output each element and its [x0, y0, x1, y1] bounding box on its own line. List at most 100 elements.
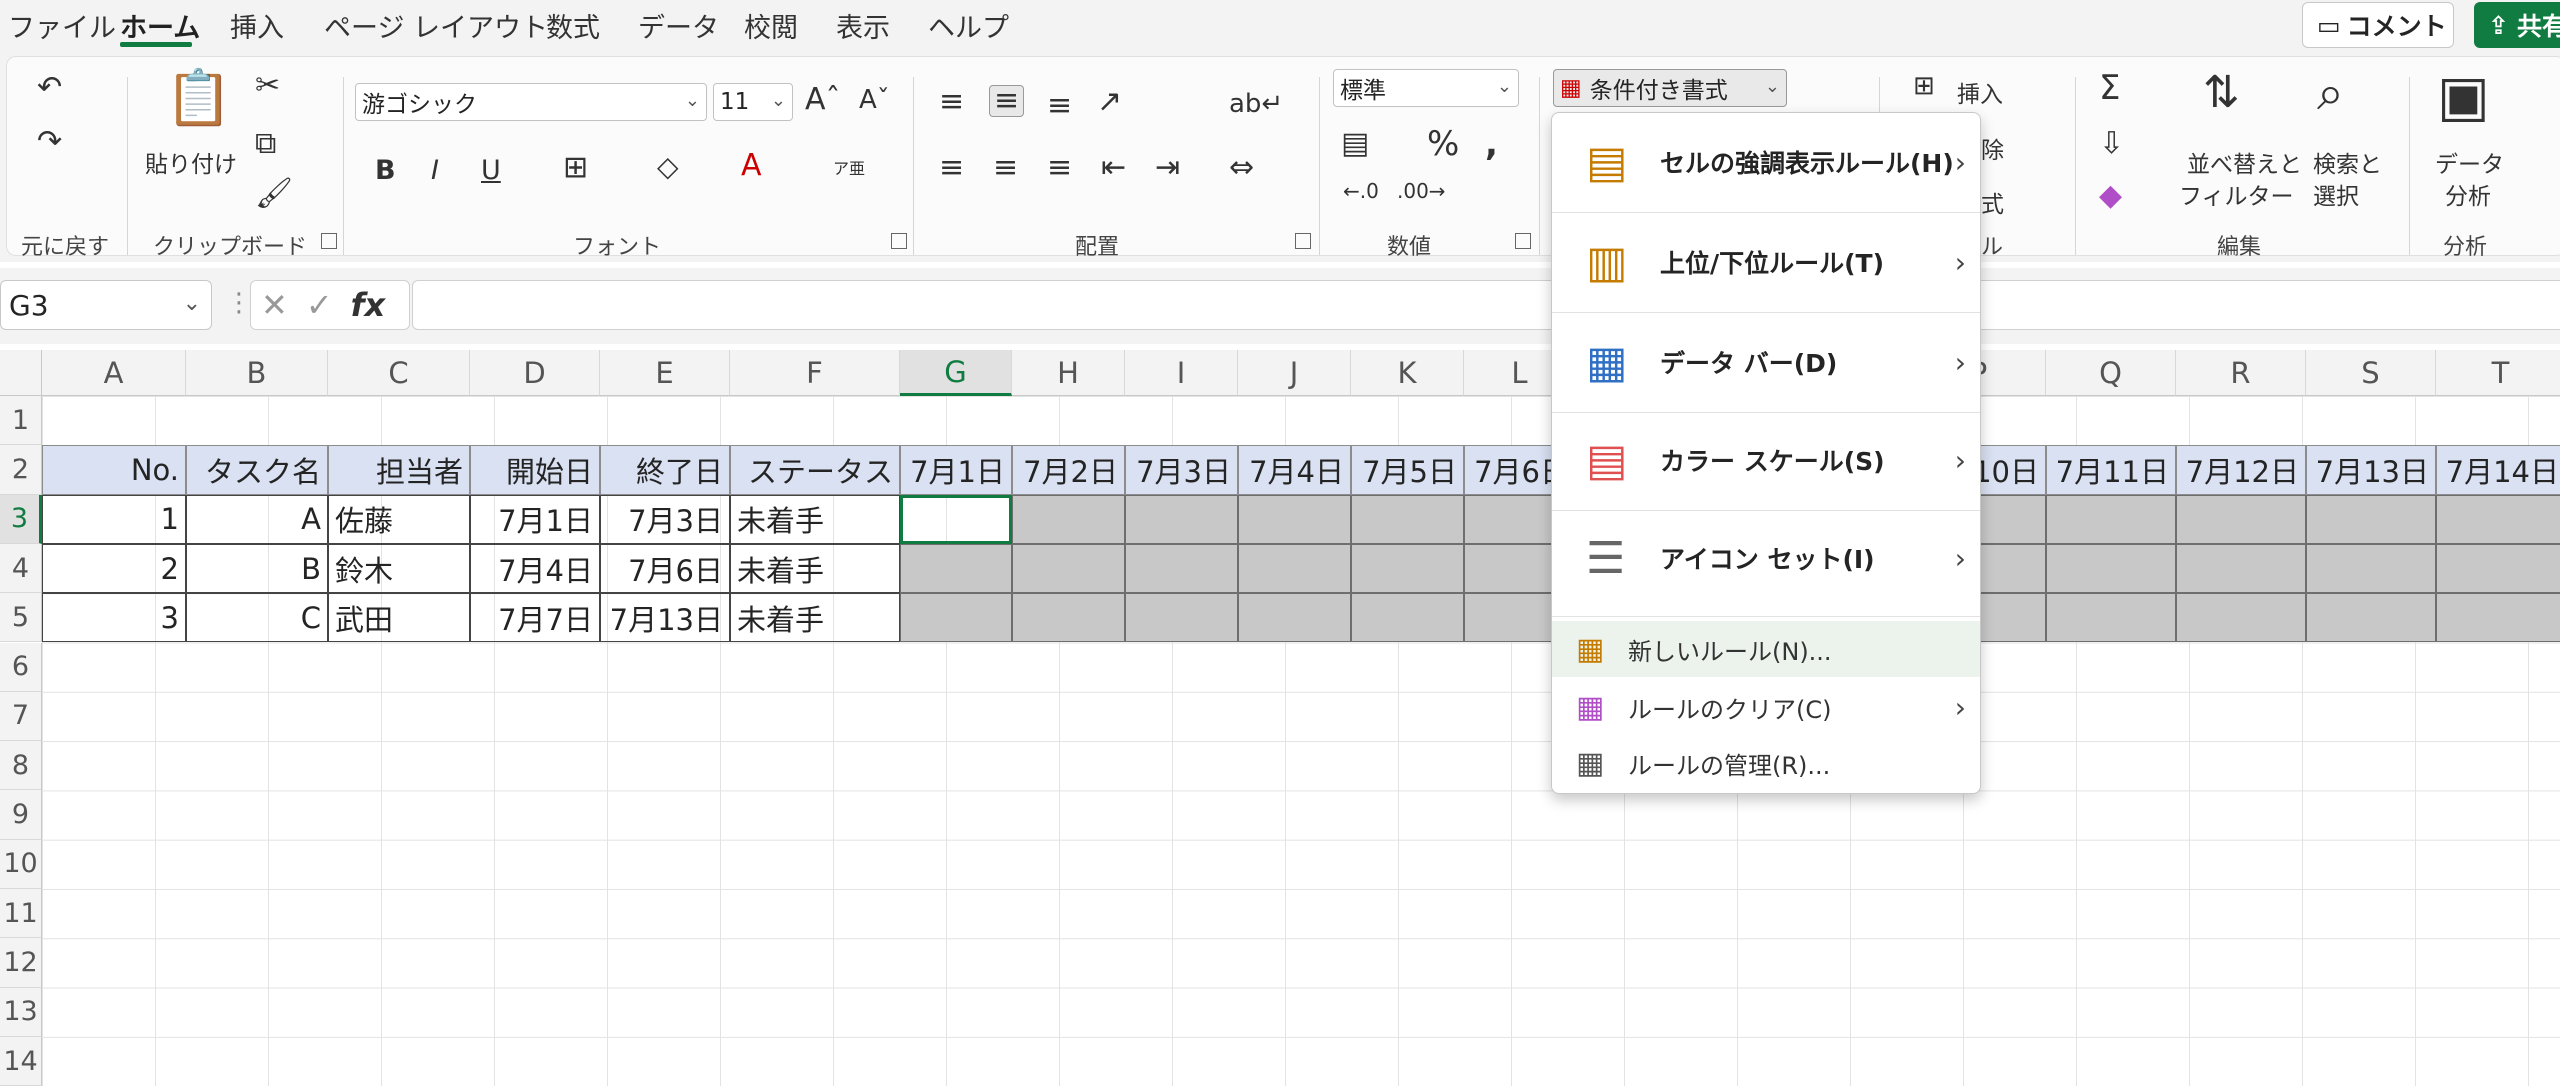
tab-data[interactable]: データ	[638, 6, 719, 45]
table-cell[interactable]: 未着手	[730, 494, 900, 544]
table-header-cell[interactable]: 7月5日	[1351, 445, 1464, 495]
row-header-9[interactable]: 9	[0, 790, 42, 840]
gantt-cell[interactable]	[1125, 593, 1238, 643]
gantt-cell[interactable]	[2436, 494, 2560, 544]
table-cell[interactable]: A	[186, 494, 328, 544]
merge-center-icon[interactable]: ⇔	[1229, 153, 1254, 183]
gantt-cell[interactable]	[2436, 593, 2560, 643]
gantt-cell[interactable]	[1351, 543, 1464, 594]
cancel-icon[interactable]: ✕	[261, 286, 288, 324]
table-header-cell[interactable]: 7月14日	[2436, 445, 2560, 495]
percent-icon[interactable]: %	[1427, 127, 1459, 161]
gantt-cell[interactable]	[2306, 494, 2436, 544]
column-header-c[interactable]: C	[328, 350, 470, 396]
increase-decimal-icon[interactable]: ←.0	[1343, 181, 1379, 201]
orientation-icon[interactable]: ↗	[1097, 87, 1122, 117]
table-header-cell[interactable]: No.	[42, 445, 186, 495]
table-cell[interactable]: 鈴木	[328, 543, 470, 594]
table-cell[interactable]: 1	[42, 494, 186, 544]
row-header-2[interactable]: 2	[0, 445, 42, 495]
share-button[interactable]: ⇪ 共有	[2474, 2, 2560, 48]
conditional-format-button[interactable]: ▦ 条件付き書式 ⌄	[1553, 69, 1787, 107]
table-cell[interactable]: 7月1日	[470, 494, 600, 544]
column-header-e[interactable]: E	[600, 350, 730, 396]
fill-icon[interactable]: ⇩	[2099, 129, 2124, 159]
tab-file[interactable]: ファイル	[8, 6, 116, 45]
insert-cells-label[interactable]: 挿入	[1957, 75, 2003, 109]
menu-item-icon-sets[interactable]: ☰ アイコン セット(I) ›	[1552, 509, 1980, 607]
search-icon[interactable]: ⌕	[2317, 69, 2344, 117]
gantt-cell[interactable]	[2176, 494, 2306, 544]
tab-home[interactable]: ホーム	[120, 6, 200, 45]
row-header-3[interactable]: 3	[0, 494, 42, 544]
number-format-combo[interactable]: 標準 ⌄	[1333, 69, 1519, 107]
border-icon[interactable]: ⊞	[563, 153, 588, 183]
undo-icon[interactable]: ↶	[37, 73, 62, 103]
enter-icon[interactable]: ✓	[306, 286, 333, 324]
paste-icon[interactable]: 📋	[165, 71, 232, 125]
tab-view[interactable]: 表示	[836, 6, 890, 45]
column-header-h[interactable]: H	[1012, 350, 1125, 396]
row-header-12[interactable]: 12	[0, 938, 42, 988]
row-header-8[interactable]: 8	[0, 741, 42, 791]
table-header-cell[interactable]: 7月13日	[2306, 445, 2436, 495]
table-cell[interactable]: 7月6日	[600, 543, 730, 594]
format-cells-label[interactable]: 式	[1981, 185, 2004, 219]
gantt-cell[interactable]	[2176, 543, 2306, 594]
table-header-cell[interactable]: 7月4日	[1238, 445, 1351, 495]
table-header-cell[interactable]: 担当者	[328, 445, 470, 495]
tab-help[interactable]: ヘルプ	[928, 6, 1009, 45]
autosum-icon[interactable]: Σ	[2099, 71, 2120, 105]
column-header-q[interactable]: Q	[2046, 350, 2176, 396]
column-header-i[interactable]: I	[1125, 350, 1238, 396]
column-header-a[interactable]: A	[42, 350, 186, 396]
sort-filter-icon[interactable]: ⇅	[2203, 71, 2240, 115]
font-color-icon[interactable]: A	[741, 151, 762, 181]
sort-filter-label-2[interactable]: フィルター	[2179, 177, 2294, 211]
table-cell[interactable]: 7月7日	[470, 593, 600, 643]
tab-insert[interactable]: 挿入	[230, 6, 284, 45]
table-header-cell[interactable]: 7月12日	[2176, 445, 2306, 495]
align-center-icon[interactable]: ≡	[993, 153, 1018, 183]
menu-item-color-scales[interactable]: ▤ カラー スケール(S) ›	[1552, 411, 1980, 509]
data-analysis-label-1[interactable]: データ	[2435, 145, 2504, 179]
select-all-corner[interactable]	[0, 350, 42, 396]
gantt-cell[interactable]	[1125, 494, 1238, 544]
table-header-cell[interactable]: 7月2日	[1012, 445, 1125, 495]
tab-page-layout[interactable]: ページ レイアウト	[324, 6, 548, 45]
column-header-k[interactable]: K	[1351, 350, 1464, 396]
cut-icon[interactable]: ✂	[255, 71, 280, 101]
table-cell[interactable]: B	[186, 543, 328, 594]
table-cell[interactable]: 7月3日	[600, 494, 730, 544]
table-cell[interactable]: 2	[42, 543, 186, 594]
italic-button[interactable]: I	[431, 155, 439, 186]
row-header-13[interactable]: 13	[0, 987, 42, 1037]
table-header-cell[interactable]: 7月3日	[1125, 445, 1238, 495]
find-select-label-1[interactable]: 検索と	[2313, 145, 2382, 179]
tab-formulas[interactable]: 数式	[546, 6, 600, 45]
gantt-cell[interactable]	[900, 593, 1012, 643]
gantt-cell[interactable]	[2046, 543, 2176, 594]
insert-function-icon[interactable]: fx	[351, 286, 386, 324]
gantt-cell[interactable]	[1238, 494, 1351, 544]
gantt-cell[interactable]	[1012, 543, 1125, 594]
column-header-r[interactable]: R	[2176, 350, 2306, 396]
table-cell[interactable]: 3	[42, 593, 186, 643]
gantt-cell[interactable]	[2176, 593, 2306, 643]
gantt-cell[interactable]	[1351, 494, 1464, 544]
table-cell[interactable]: 佐藤	[328, 494, 470, 544]
menu-item-data-bars[interactable]: ▦ データ バー(D) ›	[1552, 313, 1980, 411]
fill-color-icon[interactable]: ◇	[657, 153, 679, 181]
column-header-f[interactable]: F	[730, 350, 900, 396]
insert-cells-icon[interactable]: ⊞	[1913, 73, 1935, 99]
menu-item-new-rule[interactable]: ▦ 新しいルール(N)...	[1552, 621, 1980, 677]
delete-cells-label[interactable]: 除	[1981, 131, 2004, 165]
table-header-cell[interactable]: タスク名	[186, 445, 328, 495]
clear-icon[interactable]: ◆	[2099, 181, 2122, 211]
increase-font-icon[interactable]: Aˆ	[805, 85, 841, 115]
gantt-cell[interactable]	[2046, 593, 2176, 643]
column-header-d[interactable]: D	[470, 350, 600, 396]
column-header-g[interactable]: G	[900, 350, 1012, 396]
column-header-j[interactable]: J	[1238, 350, 1351, 396]
font-size-combo[interactable]: 11 ⌄	[713, 83, 793, 121]
